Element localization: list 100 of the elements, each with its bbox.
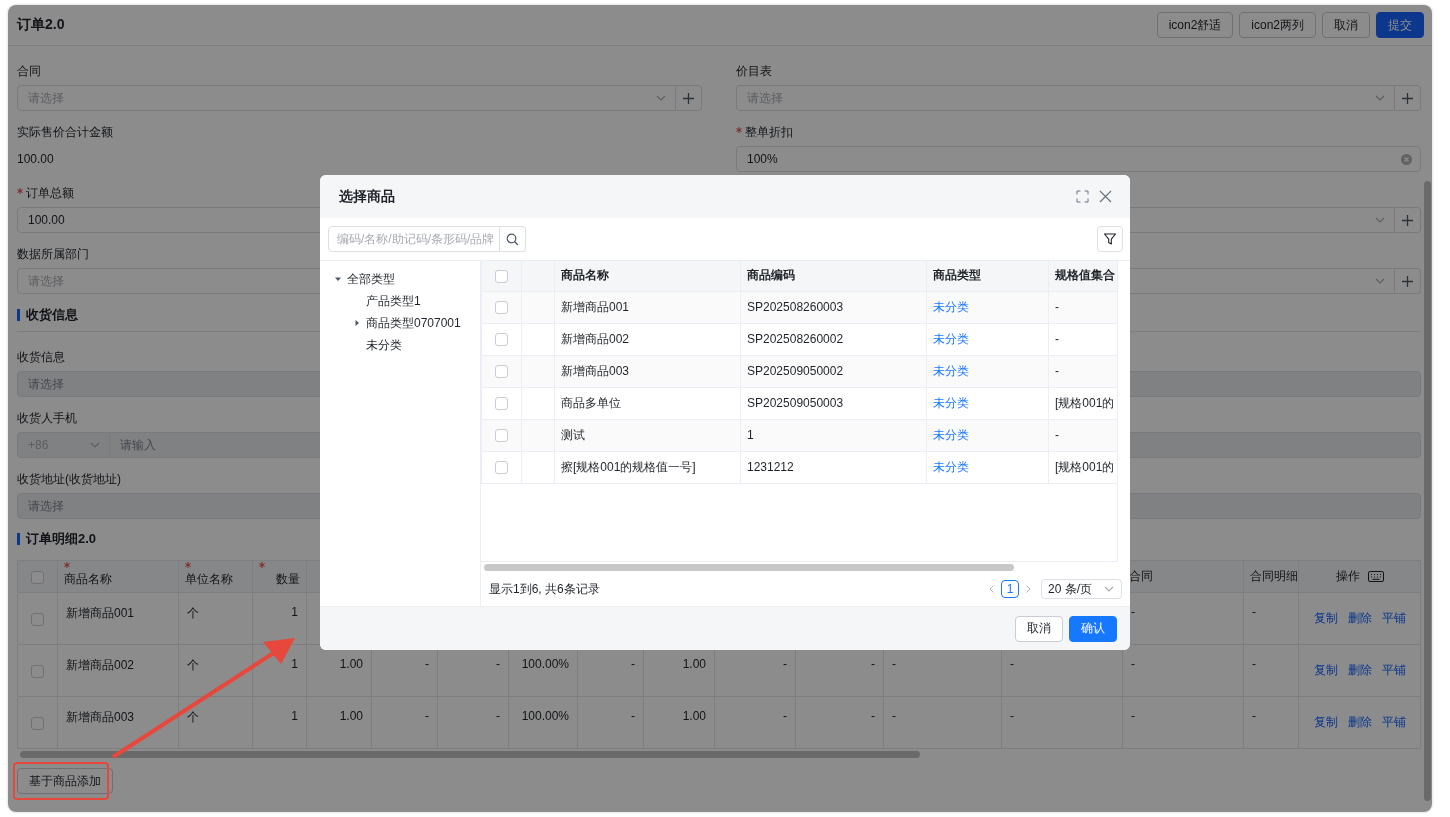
toolbar-button[interactable]: icon2舒适	[1156, 12, 1234, 38]
keyboard-icon[interactable]	[1367, 571, 1384, 582]
table-cell: 新增商品001	[554, 291, 741, 323]
table-cell: -	[795, 696, 884, 749]
dialog-button[interactable]: 取消	[1015, 615, 1063, 642]
table-cell: -	[1048, 419, 1117, 451]
table-cell: 新增商品003	[57, 696, 179, 749]
table-cell: 新增商品003	[554, 355, 741, 387]
table-cell: -	[1243, 644, 1299, 697]
dialog-button[interactable]: 确认	[1069, 615, 1117, 642]
table-cell: SP202509050002	[740, 355, 927, 387]
table-cell: 个	[178, 696, 253, 749]
add-button[interactable]	[676, 85, 702, 111]
row-action-link[interactable]: 删除	[1342, 714, 1377, 731]
row-action-link[interactable]: 删除	[1342, 610, 1377, 627]
checkbox[interactable]	[495, 365, 508, 379]
input-field[interactable]: 100%	[736, 146, 1421, 172]
field-label: 收货地址(收货地址)	[17, 471, 121, 488]
checkbox[interactable]	[495, 269, 508, 283]
field-label: 整单折扣	[745, 124, 793, 141]
section-title: 收货信息	[26, 306, 78, 324]
clear-icon[interactable]	[1401, 153, 1412, 165]
tree-item[interactable]: 未分类	[366, 336, 402, 354]
category-link[interactable]: 未分类	[933, 363, 969, 378]
table-cell: -	[1122, 696, 1244, 749]
search-button[interactable]	[500, 226, 526, 252]
add-button[interactable]	[1395, 207, 1421, 233]
field-label: 收货人手机	[17, 410, 77, 427]
category-link[interactable]: 未分类	[933, 427, 969, 442]
table-cell: -	[714, 696, 796, 749]
field-label: 价目表	[736, 63, 772, 80]
scrollbar-thumb[interactable]	[20, 751, 920, 758]
scrollbar-thumb[interactable]	[484, 564, 1014, 571]
tree-item[interactable]: 产品类型1	[366, 292, 421, 310]
row-action-link[interactable]: 复制	[1308, 662, 1343, 679]
table-cell: -	[883, 696, 1002, 749]
checkbox[interactable]	[495, 301, 508, 315]
table-cell: 擦[规格001的规格值一号]	[554, 451, 741, 483]
checkbox[interactable]	[495, 461, 508, 475]
tree-item[interactable]: 全部类型	[347, 270, 395, 288]
header-cell: 商品名称	[554, 261, 741, 291]
field-label: 数据所属部门	[17, 246, 89, 263]
table-cell: 1.00	[643, 696, 715, 749]
header-cell: 数量	[252, 560, 307, 593]
table-cell: -	[1048, 291, 1117, 323]
field-value: 100.00	[17, 151, 55, 168]
toolbar-button[interactable]: icon2两列	[1239, 12, 1316, 38]
toolbar-button[interactable]: 取消	[1322, 12, 1370, 38]
table-cell: 1	[252, 696, 307, 749]
toolbar-button[interactable]: 提交	[1376, 12, 1424, 38]
add-button[interactable]	[1395, 268, 1421, 294]
dialog-title: 选择商品	[339, 187, 395, 206]
field-label: 订单总额	[26, 185, 74, 202]
add-by-product-button[interactable]: 基于商品添加	[17, 768, 113, 794]
table-cell: SP202508260003	[740, 291, 927, 323]
row-action-link[interactable]: 复制	[1308, 610, 1343, 627]
table-cell: -	[1048, 355, 1117, 387]
category-link[interactable]: 未分类	[933, 395, 969, 410]
row-action-link[interactable]: 平铺	[1376, 610, 1411, 627]
header-cell: 商品编码	[740, 261, 927, 291]
table-cell: SP202509050003	[740, 387, 927, 419]
table-cell: -	[437, 696, 509, 749]
category-link[interactable]: 未分类	[933, 299, 969, 314]
row-action-link[interactable]: 删除	[1342, 662, 1377, 679]
filter-button[interactable]	[1097, 226, 1123, 252]
search-field[interactable]: 编码/名称/助记码/条形码/品牌	[328, 226, 500, 252]
scrollbar-thumb[interactable]	[1424, 181, 1431, 801]
field-label: 实际售价合计金额	[17, 124, 113, 141]
checkbox[interactable]	[31, 716, 44, 730]
category-link[interactable]: 未分类	[933, 331, 969, 346]
field-label: 合同	[17, 63, 41, 80]
previous-page-icon[interactable]	[987, 584, 997, 594]
header-cell: 合同明细	[1243, 560, 1299, 593]
fullscreen-icon[interactable]	[1076, 190, 1089, 203]
add-button[interactable]	[1395, 85, 1421, 111]
row-action-link[interactable]: 平铺	[1376, 714, 1411, 731]
checkbox[interactable]	[31, 612, 44, 626]
next-page-icon[interactable]	[1023, 584, 1033, 594]
table-cell: 测试	[554, 419, 741, 451]
table-cell: 个	[178, 644, 253, 697]
table-cell: 商品多单位	[554, 387, 741, 419]
checkbox[interactable]	[31, 664, 44, 678]
header-cell: 商品名称	[57, 560, 179, 593]
table-cell: 100.00%	[508, 696, 578, 749]
row-action-link[interactable]: 复制	[1308, 714, 1343, 731]
record-summary: 显示1到6, 共6条记录	[489, 580, 600, 598]
table-cell: -	[1243, 592, 1299, 645]
page-button[interactable]: 1	[1001, 580, 1019, 598]
close-icon[interactable]	[1099, 190, 1112, 203]
table-cell: 1	[740, 419, 927, 451]
tree-item[interactable]: 商品类型0707001	[366, 314, 461, 332]
checkbox[interactable]	[495, 397, 508, 411]
checkbox[interactable]	[31, 570, 44, 584]
row-action-link[interactable]: 平铺	[1376, 662, 1411, 679]
checkbox[interactable]	[495, 333, 508, 347]
table-cell: SP202508260002	[740, 323, 927, 355]
category-link[interactable]: 未分类	[933, 459, 969, 474]
checkbox[interactable]	[495, 429, 508, 443]
table-cell: -	[1243, 696, 1299, 749]
page-size-select[interactable]: 20 条/页	[1041, 579, 1122, 599]
